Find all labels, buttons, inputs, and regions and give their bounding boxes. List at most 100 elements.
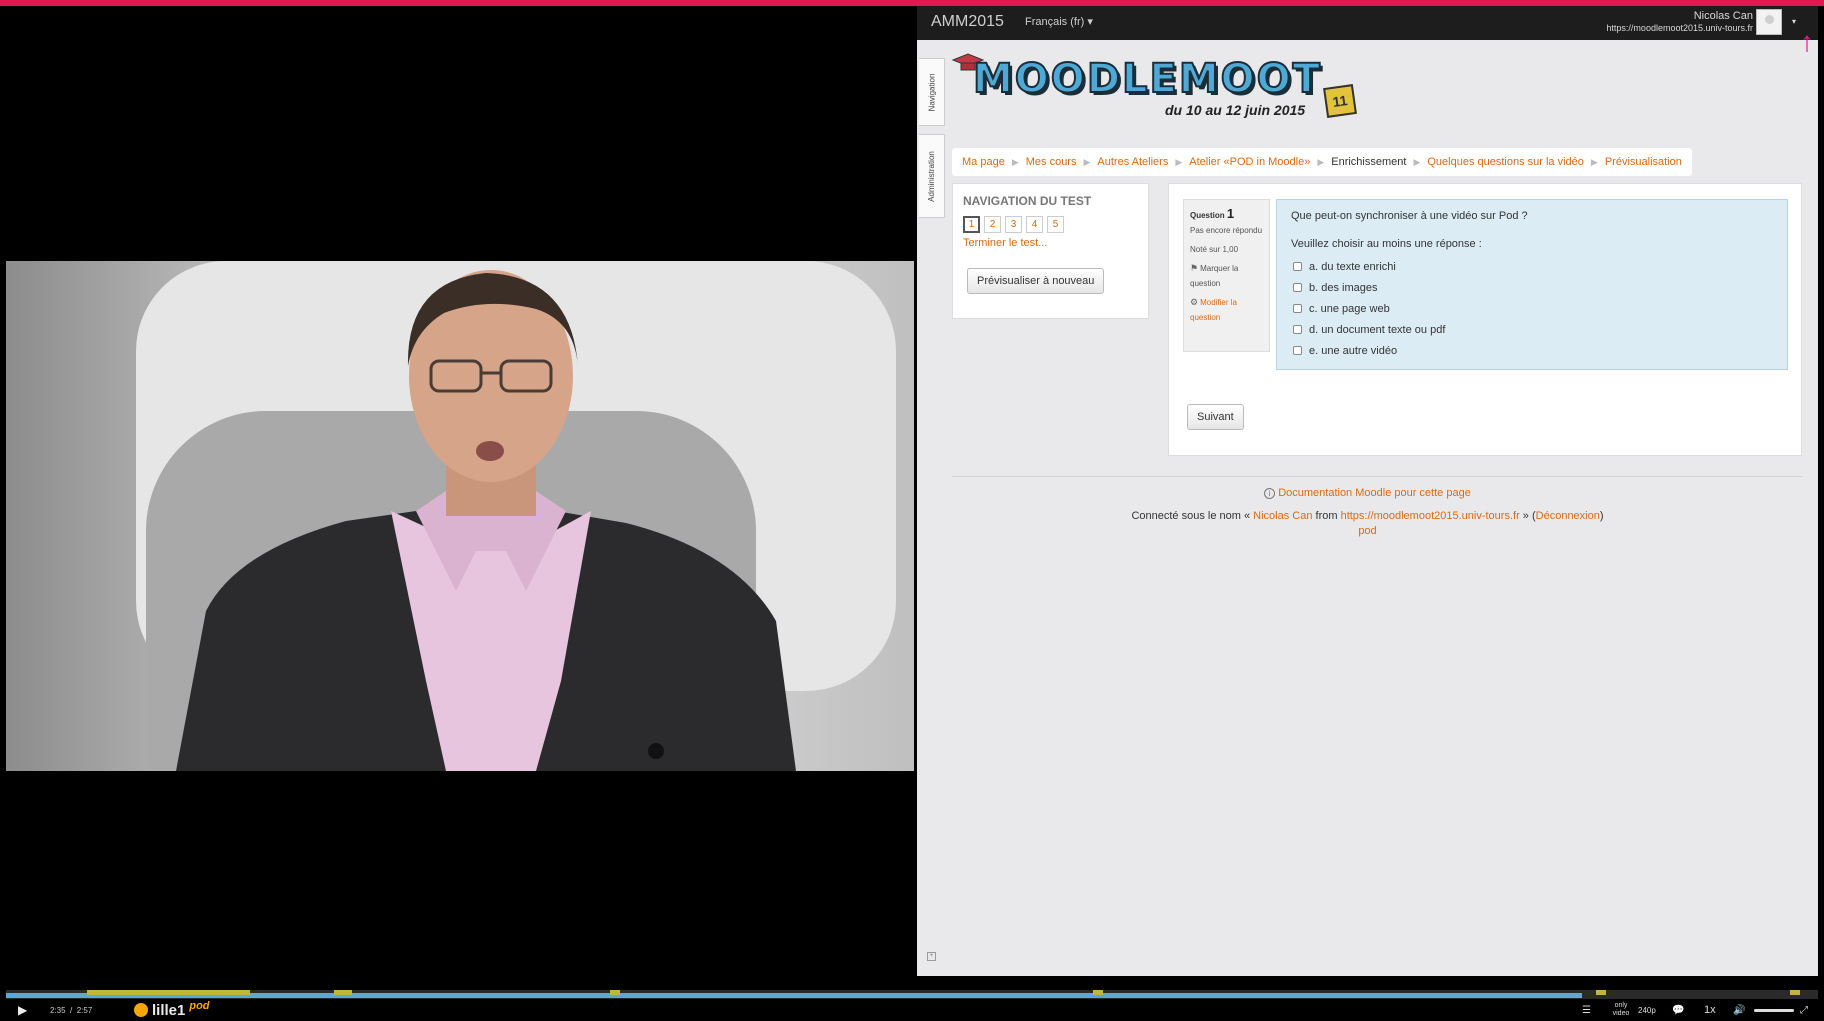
answer-checkbox[interactable] — [1293, 346, 1302, 355]
answer-option[interactable]: b. des images — [1291, 277, 1773, 298]
lille1-logo-text: lille1 — [152, 1001, 186, 1019]
restart-preview-button[interactable]: Prévisualiser à nouveau — [967, 268, 1105, 294]
lille1-pod-logo: lille1 pod — [134, 999, 210, 1021]
chapter-marker[interactable] — [1596, 990, 1606, 995]
breadcrumb-separator-icon: ▶ — [1175, 156, 1183, 167]
breadcrumb-item[interactable]: Autres Ateliers — [1097, 156, 1168, 168]
presenter — [176, 270, 796, 771]
info-icon: i — [1264, 487, 1276, 499]
fullscreen-icon[interactable]: ⤢ — [1800, 999, 1808, 1021]
question-number-button[interactable]: 2 — [984, 216, 1001, 233]
login-user-link[interactable]: Nicolas Can — [1253, 510, 1312, 522]
logo-edition-badge: 11 — [1323, 84, 1357, 118]
volume-slider[interactable] — [1754, 999, 1794, 1021]
dock-tab-administration[interactable]: Administration — [919, 134, 945, 218]
login-close: ) — [1599, 510, 1604, 522]
quiz-main-region: Question 1 Pas encore répondu Noté sur 1… — [1168, 183, 1802, 456]
duration: 2:57 — [76, 1005, 93, 1015]
answer-prompt: Veuillez choisir au moins une réponse : — [1291, 238, 1482, 250]
avatar[interactable] — [1756, 9, 1782, 35]
dock-tab-label: Navigation — [927, 73, 936, 111]
answer-option[interactable]: c. une page web — [1291, 298, 1773, 319]
login-from: from — [1312, 510, 1341, 522]
chapter-marker[interactable] — [610, 990, 620, 995]
breadcrumb: Ma page ▶ Mes cours ▶ Autres Ateliers ▶ Ate… — [952, 148, 1692, 176]
breadcrumb-item[interactable]: Quelques questions sur la vidéo — [1427, 156, 1584, 168]
breadcrumb-separator-icon: ▶ — [1011, 156, 1019, 167]
lille1-logo-dot — [134, 1003, 148, 1017]
quality-selector[interactable]: 240p — [1638, 999, 1656, 1021]
chapter-marker[interactable] — [1790, 990, 1800, 995]
only-video-toggle[interactable]: only video — [1610, 999, 1632, 1021]
chapter-marker[interactable] — [1093, 990, 1103, 995]
question-grade: Noté sur 1,00 — [1190, 245, 1239, 254]
answer-option[interactable]: a. du texte enrichi — [1291, 256, 1773, 277]
chapter-marker[interactable] — [87, 990, 250, 995]
time-display: 2:35 / 2:57 — [50, 999, 92, 1021]
answer-checkbox[interactable] — [1293, 283, 1302, 292]
playback-speed[interactable]: 1x — [1704, 999, 1716, 1021]
login-site-link[interactable]: https://moodlemoot2015.univ-tours.fr — [1341, 510, 1520, 522]
arrow-up-icon: ↑ — [1800, 26, 1814, 57]
answer-option[interactable]: e. une autre vidéo — [1291, 340, 1773, 361]
flag-question-link[interactable]: ⚑ Marquer la question — [1190, 261, 1263, 291]
play-icon[interactable]: ▶ — [18, 999, 27, 1021]
video-timeline[interactable] — [6, 990, 1818, 999]
dock-tab-label: Administration — [927, 150, 936, 202]
question-number-button[interactable]: 3 — [1005, 216, 1022, 233]
answer-label: b. des images — [1309, 281, 1378, 294]
chapter-marker[interactable] — [334, 990, 352, 995]
video-frame[interactable] — [6, 261, 914, 771]
dock-toggle-icon[interactable]: + — [927, 952, 936, 961]
page: AMM2015 Français (fr) ▾ Nicolas Can http… — [0, 0, 1824, 1021]
chapters-icon[interactable]: ☰ — [1582, 999, 1591, 1021]
question-number: 1 — [1226, 206, 1235, 221]
time-separator: / — [70, 1005, 73, 1015]
logo-dates: du 10 au 12 juin 2015 — [1165, 102, 1306, 118]
edit-question-link[interactable]: ⚙ Modifier la question — [1190, 295, 1263, 325]
user-name[interactable]: Nicolas Can — [1694, 10, 1753, 22]
answer-checkbox[interactable] — [1293, 262, 1302, 271]
moodle-docs-link[interactable]: i Documentation Moodle pour cette page — [917, 487, 1818, 499]
question-number-button[interactable]: 1 — [963, 216, 980, 233]
captions-icon[interactable]: 💬 — [1672, 999, 1684, 1021]
caret-down-icon: ▾ — [1087, 16, 1093, 28]
answer-checkbox[interactable] — [1293, 304, 1302, 313]
login-prefix: Connecté sous le nom « — [1131, 510, 1254, 522]
answer-label: e. une autre vidéo — [1309, 344, 1398, 357]
user-site-url: https://moodlemoot2015.univ-tours.fr — [1606, 23, 1753, 33]
right-edge — [1818, 6, 1824, 1016]
flag-icon: ⚑ — [1190, 263, 1199, 273]
quiz-navigation-block: NAVIGATION DU TEST 1 2 3 4 5 Terminer le… — [952, 183, 1149, 319]
next-button[interactable]: Suivant — [1187, 404, 1244, 430]
question-number-button[interactable]: 5 — [1047, 216, 1064, 233]
pod-logo-text: pod — [189, 1000, 210, 1012]
finish-attempt-link[interactable]: Terminer le test... — [963, 237, 1138, 249]
volume-icon[interactable]: 🔊 — [1733, 999, 1745, 1021]
answer-label: d. un document texte ou pdf — [1309, 323, 1446, 336]
breadcrumb-separator-icon: ▶ — [1083, 156, 1091, 167]
question-number-button[interactable]: 4 — [1026, 216, 1043, 233]
breadcrumb-separator-icon: ▶ — [1317, 156, 1325, 167]
question-info: Question 1 Pas encore répondu Noté sur 1… — [1183, 199, 1270, 352]
dock-tab-navigation[interactable]: Navigation — [919, 58, 945, 126]
footer-divider — [952, 476, 1802, 477]
answer-option[interactable]: d. un document texte ou pdf — [1291, 319, 1773, 340]
breadcrumb-item[interactable]: Atelier «POD in Moodle» — [1189, 156, 1310, 168]
pod-link[interactable]: pod — [917, 525, 1818, 537]
breadcrumb-item[interactable]: Prévisualisation — [1605, 156, 1682, 168]
moodle-docs-label: Documentation Moodle pour cette page — [1278, 487, 1471, 499]
question-number-list: 1 2 3 4 5 — [963, 216, 1138, 233]
answer-label: a. du texte enrichi — [1309, 260, 1396, 273]
login-separator: » ( — [1519, 510, 1536, 522]
moodle-navbar: AMM2015 Français (fr) ▾ Nicolas Can http… — [917, 6, 1818, 40]
logout-link[interactable]: Déconnexion — [1536, 510, 1600, 522]
player-controls: ▶ 2:35 / 2:57 lille1 pod ☰ only video 240… — [0, 999, 1824, 1021]
breadcrumb-item[interactable]: Mes cours — [1026, 156, 1077, 168]
breadcrumb-item[interactable]: Ma page — [962, 156, 1005, 168]
answer-checkbox[interactable] — [1293, 325, 1302, 334]
site-brand[interactable]: AMM2015 — [931, 13, 1004, 31]
breadcrumb-separator-icon: ▶ — [1413, 156, 1421, 167]
user-menu-caret-icon[interactable]: ▾ — [1792, 17, 1796, 26]
language-menu[interactable]: Français (fr) ▾ — [1025, 15, 1093, 28]
